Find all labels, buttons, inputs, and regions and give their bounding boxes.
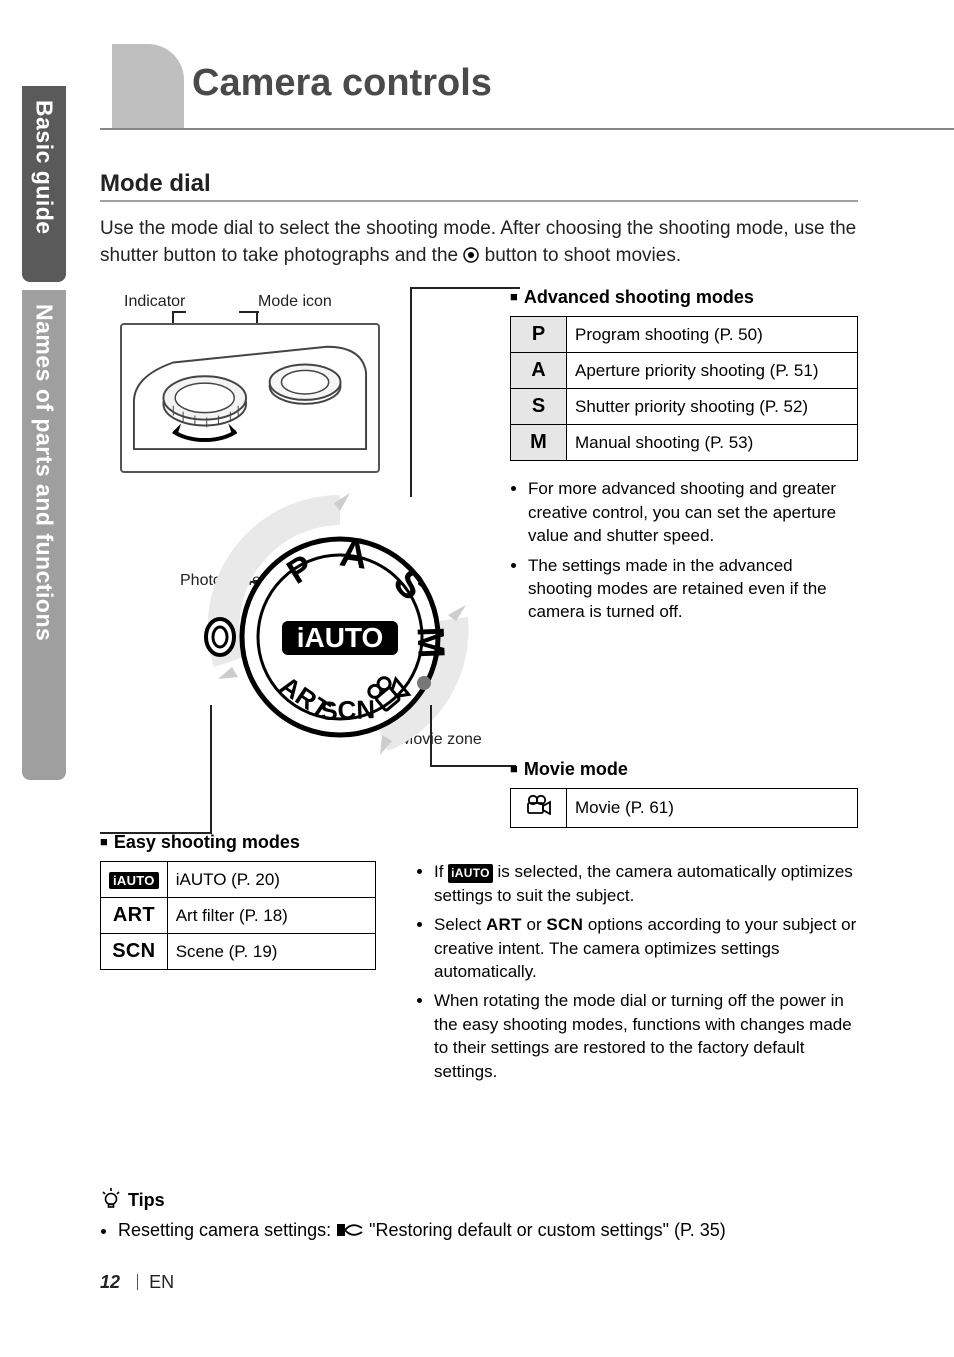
section-title: Mode dial <box>100 170 858 202</box>
mode-symbol: SCN <box>101 934 168 970</box>
movie-mode-table: Movie (P. 61) <box>510 788 858 828</box>
mode-desc: Shutter priority shooting (P. 52) <box>567 389 858 425</box>
easy-bullets: If iAUTO is selected, the camera automat… <box>416 860 860 1089</box>
lightbulb-icon <box>100 1187 122 1214</box>
advanced-modes-table: PProgram shooting (P. 50) AAperture prio… <box>510 316 858 461</box>
mode-symbol: P <box>511 317 567 353</box>
movie-symbol-cell <box>511 789 567 828</box>
mode-symbol: M <box>511 425 567 461</box>
side-tab-parts-functions: Names of parts and functions <box>22 290 66 780</box>
tips-heading: Tips <box>100 1187 860 1214</box>
list-item: When rotating the mode dial or turning o… <box>434 989 860 1083</box>
square-bullet-icon: ■ <box>510 289 518 304</box>
table-row: PProgram shooting (P. 50) <box>511 317 858 353</box>
intro-text-b: button to shoot movies. <box>485 245 681 266</box>
list-item: If iAUTO is selected, the camera automat… <box>434 860 860 907</box>
intro-text-a: Use the mode dial to select the shooting… <box>100 218 856 266</box>
connector-line <box>430 705 432 765</box>
side-tab-label: Basic guide <box>31 100 58 235</box>
mode-desc: Program shooting (P. 50) <box>567 317 858 353</box>
record-icon <box>463 245 479 272</box>
movie-desc: Movie (P. 61) <box>567 789 858 828</box>
connector-line <box>410 287 520 289</box>
tips-block: Tips Resetting camera settings: "Restori… <box>100 1187 860 1243</box>
page-number: 12 <box>100 1272 120 1292</box>
advanced-bullets: For more advanced shooting and greater c… <box>528 477 858 624</box>
camera-top-illustration <box>120 323 380 473</box>
mode-symbol: S <box>511 389 567 425</box>
movie-icon <box>526 795 552 821</box>
iauto-badge-icon: iAUTO <box>448 864 493 883</box>
table-row: SShutter priority shooting (P. 52) <box>511 389 858 425</box>
chapter-rule <box>100 128 954 130</box>
chapter-header: Camera controls <box>100 44 954 134</box>
mode-desc: Scene (P. 19) <box>167 934 375 970</box>
cross-reference-icon <box>336 1222 364 1243</box>
mode-symbol: iAUTO <box>101 862 168 898</box>
label-mode-icon: Mode icon <box>258 293 332 311</box>
easy-heading: ■Easy shooting modes <box>100 832 860 853</box>
page-lang: EN <box>149 1272 174 1292</box>
easy-modes-block: ■Easy shooting modes iAUTO iAUTO (P. 20)… <box>100 832 860 970</box>
svg-text:M: M <box>408 626 451 659</box>
square-bullet-icon: ■ <box>100 834 108 849</box>
svg-text:A: A <box>337 533 370 578</box>
mode-dial-illustration: iAUTO P A S M ART SCN <box>200 487 480 767</box>
page: Basic guide Names of parts and functions… <box>0 0 954 1357</box>
list-item: Resetting camera settings: "Restoring de… <box>118 1220 860 1243</box>
list-item: The settings made in the advanced shooti… <box>528 554 858 624</box>
camera-sketch-svg <box>130 333 370 465</box>
label-indicator: Indicator <box>124 293 185 311</box>
connector-line <box>210 705 212 834</box>
side-tab-label: Names of parts and functions <box>31 304 58 641</box>
side-tab-basic-guide: Basic guide <box>22 86 66 282</box>
list-item: For more advanced shooting and greater c… <box>528 477 858 547</box>
chapter-tab-shape <box>112 44 184 130</box>
table-row: SCN Scene (P. 19) <box>101 934 376 970</box>
svg-text:iAUTO: iAUTO <box>297 622 384 653</box>
mode-desc: Art filter (P. 18) <box>167 898 375 934</box>
movie-mode-block: ■Movie mode Movie (P. 61) <box>510 759 858 828</box>
table-row: MManual shooting (P. 53) <box>511 425 858 461</box>
easy-modes-table: iAUTO iAUTO (P. 20) ART Art filter (P. 1… <box>100 861 376 970</box>
connector-line <box>430 765 516 767</box>
lead-line <box>172 311 186 313</box>
table-row: iAUTO iAUTO (P. 20) <box>101 862 376 898</box>
movie-heading: ■Movie mode <box>510 759 858 780</box>
connector-line <box>410 287 412 497</box>
page-footer: 12 EN <box>100 1272 174 1293</box>
mode-symbol: ART <box>101 898 168 934</box>
intro-paragraph: Use the mode dial to select the shooting… <box>100 216 858 271</box>
advanced-modes-block: ■Advanced shooting modes PProgram shooti… <box>510 287 858 630</box>
mode-desc: Manual shooting (P. 53) <box>567 425 858 461</box>
lead-line <box>239 311 259 313</box>
divider <box>137 1274 138 1290</box>
svg-text:SCN: SCN <box>320 694 376 726</box>
figure-area: Indicator Mode icon <box>100 287 858 767</box>
mode-desc: iAUTO (P. 20) <box>167 862 375 898</box>
mode-symbol: A <box>511 353 567 389</box>
square-bullet-icon: ■ <box>510 761 518 776</box>
iauto-badge-icon: iAUTO <box>109 872 159 889</box>
chapter-title: Camera controls <box>192 62 492 105</box>
content: Mode dial Use the mode dial to select th… <box>100 170 858 767</box>
table-row: ART Art filter (P. 18) <box>101 898 376 934</box>
mode-desc: Aperture priority shooting (P. 51) <box>567 353 858 389</box>
table-row: AAperture priority shooting (P. 51) <box>511 353 858 389</box>
table-row: Movie (P. 61) <box>511 789 858 828</box>
advanced-heading: ■Advanced shooting modes <box>510 287 858 308</box>
list-item: Select ART or SCN options according to y… <box>434 913 860 983</box>
